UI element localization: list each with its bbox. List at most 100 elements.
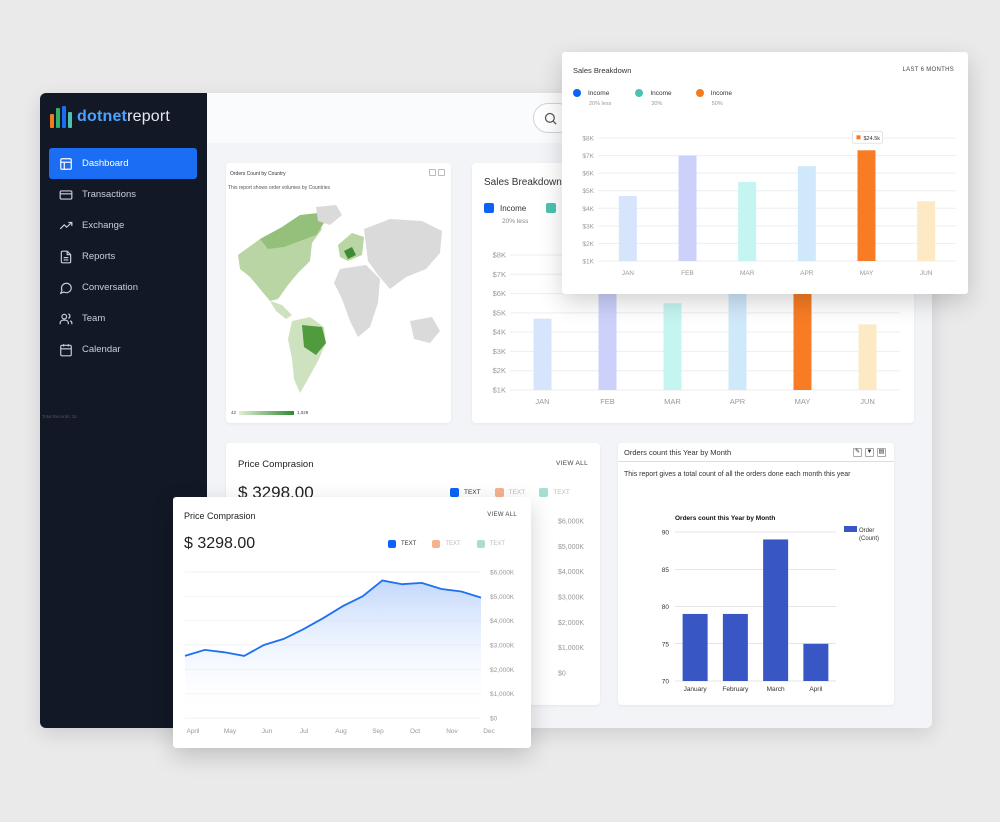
bar-january — [682, 613, 708, 681]
x-tick-label: January — [684, 686, 708, 693]
y-tick-label: $5K — [493, 308, 506, 317]
map-legend: 42 1,028 — [231, 410, 308, 415]
x-tick-label: APR — [730, 397, 746, 406]
bar-mar — [663, 303, 682, 390]
x-tick-label: MAR — [664, 397, 681, 406]
price-comparison-card: Price Comprasion VIEW ALL $ 3298.00 TEXT… — [173, 497, 531, 748]
y-tick-label: $7K — [582, 153, 594, 160]
sidebar-item-reports[interactable]: Reports — [49, 241, 197, 272]
bar-jun — [858, 324, 877, 390]
y-tick-label: $0 — [490, 716, 498, 723]
sidebar-item-exchange[interactable]: Exchange — [49, 210, 197, 241]
y-tick-label: $7K — [493, 270, 506, 279]
y-tick-label: 70 — [662, 679, 670, 686]
map-region-australia[interactable] — [410, 317, 440, 343]
edit-icon[interactable] — [429, 169, 436, 176]
credit-card-icon — [59, 189, 73, 200]
legend-max: 1,028 — [297, 410, 309, 415]
sidebar-item-transactions[interactable]: Transactions — [49, 179, 197, 210]
legend-swatch — [844, 526, 857, 532]
sidebar-item-label: Conversation — [82, 282, 138, 293]
y-tick-label: $6,000K — [490, 570, 515, 577]
x-tick-label: Aug — [335, 728, 347, 735]
y-tick-label: $6K — [582, 171, 594, 178]
y-tick-label: 80 — [662, 604, 670, 611]
file-text-icon — [60, 250, 72, 263]
bar-apr — [728, 285, 747, 390]
sidebar-item-conversation[interactable]: Conversation — [49, 272, 197, 303]
card-description: This report shows order volumes by Count… — [228, 185, 330, 191]
x-tick-label: FEB — [600, 397, 615, 406]
y-tick-label: $2K — [493, 366, 506, 375]
sidebar-item-label: Exchange — [82, 220, 125, 231]
logo-bars-icon — [50, 106, 72, 128]
legend-label: (Count) — [859, 536, 879, 542]
total-records: Total Records: 31 — [42, 414, 78, 419]
orders-by-month-chart: Orders count this Year by Month 70 75 80 85 9… — [662, 515, 879, 693]
trending-up-icon — [59, 221, 73, 229]
y-tick-label: $3K — [582, 223, 594, 230]
bar-march — [763, 539, 789, 681]
sidebar-item-label: Calendar — [82, 344, 121, 355]
x-tick-label: APR — [800, 270, 814, 277]
y-tick-label: $2K — [582, 241, 594, 248]
orders-by-country-card: Orders Count by Country This report show… — [226, 163, 451, 423]
x-tick-label: MAY — [860, 270, 874, 277]
sidebar-nav: Dashboard Transactions Exchange Reports … — [49, 148, 197, 365]
message-circle-icon — [59, 282, 72, 294]
sidebar-item-label: Team — [82, 313, 106, 324]
bar-apr — [797, 166, 816, 261]
y-tick-label: $1,000K — [490, 691, 515, 698]
sidebar-item-label: Reports — [82, 251, 116, 262]
x-tick-label: JUN — [920, 270, 933, 277]
y-tick-label: $1,000K — [558, 645, 584, 652]
chart-title: Orders count this Year by Month — [675, 515, 775, 522]
search-icon — [544, 112, 557, 125]
world-map — [238, 205, 442, 393]
sidebar-item-team[interactable]: Team — [49, 303, 197, 334]
x-tick-label: JUN — [860, 397, 875, 406]
y-tick-label: $5,000K — [558, 544, 584, 551]
x-tick-label: April — [186, 728, 200, 735]
y-tick-label: 75 — [662, 641, 670, 648]
tooltip-swatch — [856, 135, 861, 140]
x-tick-label: JAN — [535, 397, 549, 406]
x-tick-label: Jun — [262, 728, 273, 735]
y-tick-label: $6,000K — [558, 519, 584, 526]
x-tick-label: May — [224, 728, 237, 735]
bar-jan — [618, 195, 637, 261]
x-tick-label: Jul — [300, 728, 309, 735]
y-tick-label: $0 — [558, 671, 566, 678]
sidebar-item-calendar[interactable]: Calendar — [49, 334, 197, 365]
logo[interactable]: dotnetreport — [50, 106, 170, 128]
logo-text: dotnetreport — [77, 108, 171, 125]
orders-by-month-card: Orders count this Year by Month ✎ ▼ ▤ Th… — [618, 443, 894, 705]
y-tick-label: $8K — [582, 136, 594, 143]
map-region-mexico[interactable] — [270, 301, 292, 319]
y-tick-label: $1K — [582, 259, 594, 266]
bar-feb — [678, 155, 697, 261]
y-tick-label: $6K — [493, 289, 506, 298]
y-tick-label: $3K — [493, 347, 506, 356]
legend-min: 42 — [231, 410, 237, 415]
x-tick-label: MAR — [740, 270, 755, 277]
map-region-africa[interactable] — [334, 265, 380, 337]
x-tick-label: Dec — [483, 728, 495, 735]
x-tick-label: Nov — [446, 728, 458, 735]
legend-label: Order — [859, 528, 874, 534]
y-tick-label: $2,000K — [558, 620, 584, 627]
x-tick-label: February — [722, 686, 749, 693]
x-tick-label: Oct — [410, 728, 420, 735]
export-icon[interactable] — [438, 169, 445, 176]
bar-april — [803, 643, 829, 681]
tooltip-value: $24.5k — [864, 136, 881, 142]
bar-february — [722, 613, 748, 681]
map-region-canada[interactable] — [260, 213, 324, 249]
y-tick-label: 85 — [662, 567, 670, 574]
series-area — [185, 580, 481, 718]
x-tick-label: March — [767, 686, 785, 693]
y-tick-label: $5,000K — [490, 594, 515, 601]
x-tick-label: April — [809, 686, 823, 693]
bar-may — [857, 150, 876, 261]
sidebar-item-dashboard[interactable]: Dashboard — [49, 148, 197, 179]
